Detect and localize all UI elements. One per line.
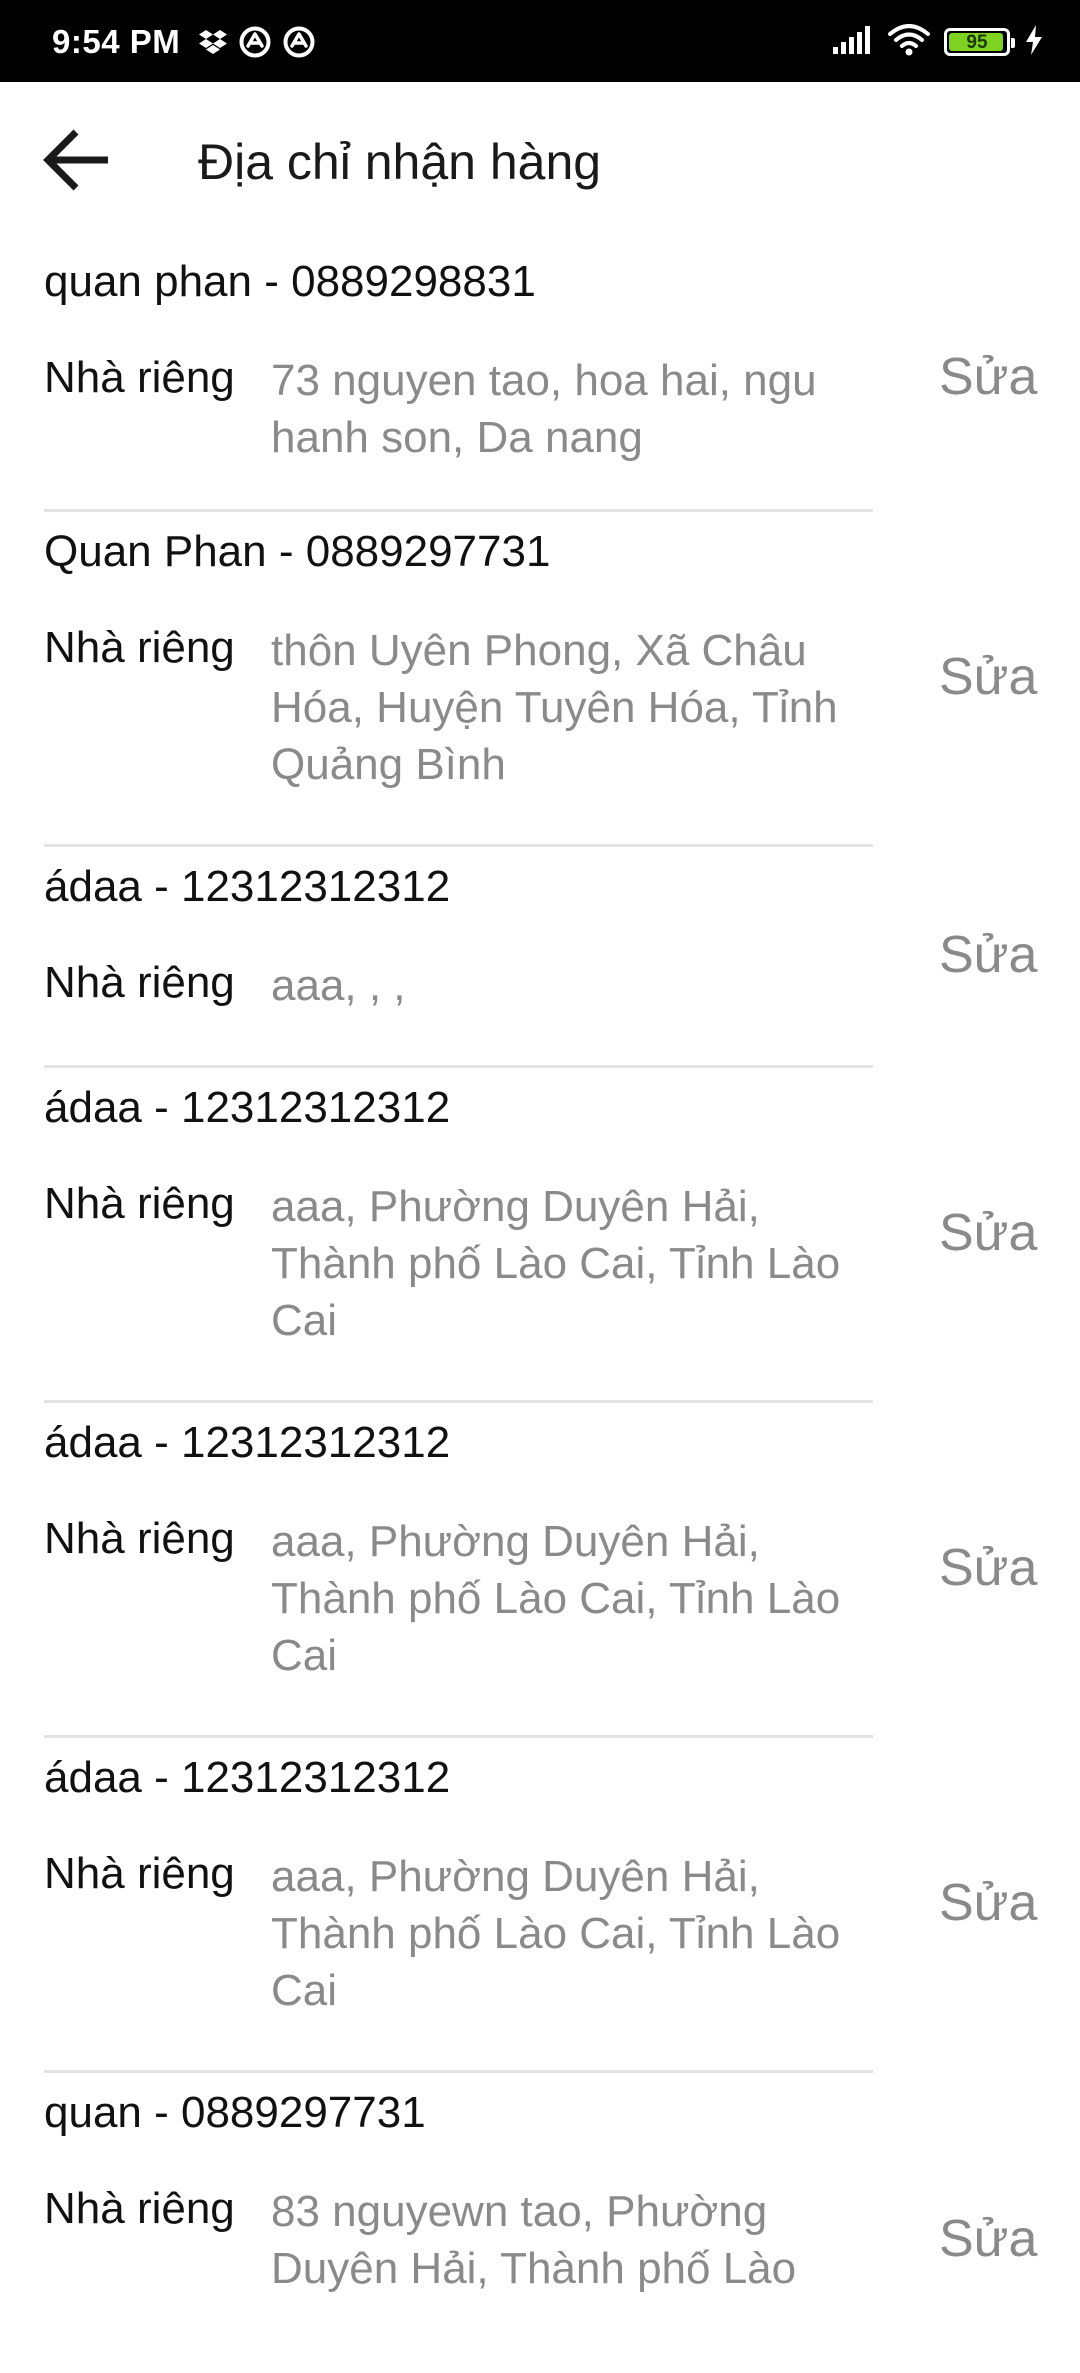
address-type: Nhà riêng [44, 1179, 235, 1228]
address-item[interactable]: quan - 0889297731 Nhà riêng 83 nguyewn t… [44, 2073, 1037, 2373]
edit-button[interactable]: Sửa [939, 1873, 1037, 1933]
address-text: thôn Uyên Phong, Xã Châu Hóa, Huyện Tuyê… [271, 626, 838, 789]
address-item[interactable]: ádaa - 12312312312 Nhà riêng aaa, , , Sử… [44, 847, 1037, 1068]
sync-icon [238, 25, 272, 64]
dropbox-icon [198, 28, 228, 61]
address-type: Nhà riêng [44, 2184, 235, 2233]
app-bar: Địa chỉ nhận hàng [0, 82, 1080, 242]
edit-button[interactable]: Sửa [939, 647, 1037, 707]
address-text: aaa, , , [271, 961, 406, 1010]
address-text: aaa, Phường Duyên Hải, Thành phố Lào Cai… [271, 1182, 841, 1345]
edit-button[interactable]: Sửa [939, 347, 1037, 407]
address-text: aaa, Phường Duyên Hải, Thành phố Lào Cai… [271, 1517, 841, 1680]
status-bar: 9:54 PM 95 [0, 0, 1080, 82]
edit-button[interactable]: Sửa [939, 1203, 1037, 1263]
signal-icon [832, 25, 874, 60]
contact-name-phone: ádaa - 12312312312 [44, 1083, 451, 1132]
status-time: 9:54 PM [52, 23, 181, 60]
address-type: Nhà riêng [44, 1514, 235, 1563]
address-text: 73 nguyen tao, hoa hai, ngu hanh son, Da… [271, 356, 817, 462]
edit-button[interactable]: Sửa [939, 925, 1037, 985]
contact-name-phone: ádaa - 12312312312 [44, 1753, 451, 1802]
back-button[interactable] [28, 112, 128, 212]
address-item[interactable]: quan phan - 0889298831 Nhà riêng 73 nguy… [44, 242, 1037, 512]
charging-icon [1024, 24, 1044, 61]
address-item[interactable]: Quan Phan - 0889297731 Nhà riêng thôn Uy… [44, 512, 1037, 847]
battery-icon: 95 [944, 28, 1015, 56]
sync-icon [282, 25, 316, 64]
contact-name-phone: ádaa - 12312312312 [44, 862, 451, 911]
contact-name-phone: quan - 0889297731 [44, 2088, 426, 2137]
address-type: Nhà riêng [44, 1849, 235, 1898]
address-text: aaa, Phường Duyên Hải, Thành phố Lào Cai… [271, 1852, 841, 2015]
system-icons: 95 [832, 22, 1044, 62]
contact-name-phone: Quan Phan - 0889297731 [44, 527, 551, 576]
contact-name-phone: ádaa - 12312312312 [44, 1418, 451, 1467]
address-item[interactable]: ádaa - 12312312312 Nhà riêng aaa, Phường… [44, 1403, 1037, 1738]
wifi-icon [888, 23, 930, 61]
address-type: Nhà riêng [44, 958, 235, 1007]
edit-button[interactable]: Sửa [939, 2209, 1037, 2269]
page-title: Địa chỉ nhận hàng [198, 134, 602, 190]
address-item[interactable]: ádaa - 12312312312 Nhà riêng aaa, Phường… [44, 1738, 1037, 2073]
address-item[interactable]: ádaa - 12312312312 Nhà riêng aaa, Phường… [44, 1068, 1037, 1403]
edit-button[interactable]: Sửa [939, 1538, 1037, 1598]
battery-level: 95 [966, 31, 988, 53]
address-type: Nhà riêng [44, 623, 235, 672]
address-list: quan phan - 0889298831 Nhà riêng 73 nguy… [0, 242, 1080, 2373]
contact-name-phone: quan phan - 0889298831 [44, 257, 536, 306]
address-type: Nhà riêng [44, 353, 235, 402]
arrow-left-icon [42, 124, 114, 201]
notification-icons [198, 24, 316, 64]
